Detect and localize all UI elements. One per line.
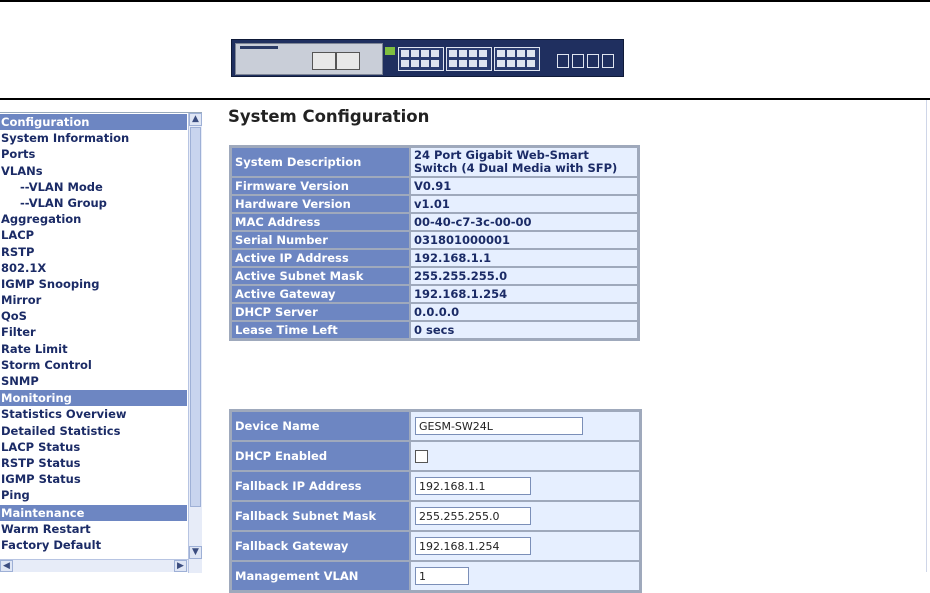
sidebar-section-monitoring: Monitoring xyxy=(0,389,187,407)
table-row: Fallback Subnet Mask 255.255.255.0 xyxy=(232,502,639,530)
system-info-table: System Description 24 Port Gigabit Web-Sm… xyxy=(229,145,640,341)
active-ip-address-label: Active IP Address xyxy=(232,250,409,266)
mac-address-label: MAC Address xyxy=(232,214,409,230)
sidebar-item-igmp-snooping[interactable]: IGMP Snooping xyxy=(0,276,187,292)
active-subnet-mask-label: Active Subnet Mask xyxy=(232,268,409,284)
nav-list: Configuration System Information Ports VLAN… xyxy=(0,113,187,553)
hardware-version-value: v1.01 xyxy=(411,196,637,212)
table-row: DHCP Enabled xyxy=(232,442,639,470)
fallback-gateway-input[interactable]: 192.168.1.254 xyxy=(415,537,531,555)
sidebar-item-aggregation[interactable]: Aggregation xyxy=(0,211,187,227)
system-description-label: System Description xyxy=(232,148,409,176)
sidebar-section-maintenance: Maintenance xyxy=(0,503,187,521)
active-subnet-mask-value: 255.255.255.0 xyxy=(411,268,637,284)
table-row: Active Gateway 192.168.1.254 xyxy=(232,286,637,302)
serial-number-label: Serial Number xyxy=(232,232,409,248)
sidebar-vertical-scrollbar[interactable]: ▲ ▼ xyxy=(188,113,202,573)
sidebar-item-storm-control[interactable]: Storm Control xyxy=(0,357,187,373)
sidebar-item-vlans[interactable]: VLANs xyxy=(0,163,187,179)
firmware-version-label: Firmware Version xyxy=(232,178,409,194)
system-description-value: 24 Port Gigabit Web-Smart Switch (4 Dual… xyxy=(411,148,637,176)
sidebar-item-rate-limit[interactable]: Rate Limit xyxy=(0,341,187,357)
fallback-subnet-mask-label: Fallback Subnet Mask xyxy=(232,502,409,530)
device-name-input[interactable]: GESM-SW24L xyxy=(415,417,583,435)
management-vlan-label: Management VLAN xyxy=(232,562,409,590)
sidebar-item-lacp-status[interactable]: LACP Status xyxy=(0,439,187,455)
sidebar-item-802-1x[interactable]: 802.1X xyxy=(0,260,187,276)
fallback-ip-label: Fallback IP Address xyxy=(232,472,409,500)
mac-address-value: 00-40-c7-3c-00-00 xyxy=(411,214,637,230)
sidebar-item-vlan-group[interactable]: --VLAN Group xyxy=(0,195,187,211)
sidebar-horizontal-scrollbar[interactable]: ◀ ▶ xyxy=(0,559,188,572)
sidebar-item-ports[interactable]: Ports xyxy=(0,146,187,162)
page-title: System Configuration xyxy=(228,107,430,126)
table-row: System Description 24 Port Gigabit Web-Sm… xyxy=(232,148,637,176)
table-row: Firmware Version V0.91 xyxy=(232,178,637,194)
fallback-subnet-mask-input[interactable]: 255.255.255.0 xyxy=(415,507,531,525)
dhcp-server-value: 0.0.0.0 xyxy=(411,304,637,320)
table-row: MAC Address 00-40-c7-3c-00-00 xyxy=(232,214,637,230)
table-row: Lease Time Left 0 secs xyxy=(232,322,637,338)
table-row: Device Name GESM-SW24L xyxy=(232,412,639,440)
device-name-label: Device Name xyxy=(232,412,409,440)
chevron-left-icon[interactable]: ◀ xyxy=(0,560,13,572)
sidebar-item-filter[interactable]: Filter xyxy=(0,324,187,340)
sidebar-item-igmp-status[interactable]: IGMP Status xyxy=(0,471,187,487)
table-row: Hardware Version v1.01 xyxy=(232,196,637,212)
sidebar-item-snmp[interactable]: SNMP xyxy=(0,373,187,389)
table-row: Serial Number 031801000001 xyxy=(232,232,637,248)
header-banner xyxy=(0,0,930,100)
chevron-down-icon[interactable]: ▼ xyxy=(189,546,202,559)
fallback-gateway-label: Fallback Gateway xyxy=(232,532,409,560)
firmware-version-value: V0.91 xyxy=(411,178,637,194)
active-gateway-value: 192.168.1.254 xyxy=(411,286,637,302)
sidebar-item-factory-default[interactable]: Factory Default xyxy=(0,537,187,553)
hardware-version-label: Hardware Version xyxy=(232,196,409,212)
chevron-up-icon[interactable]: ▲ xyxy=(189,113,202,126)
active-ip-address-value: 192.168.1.1 xyxy=(411,250,637,266)
table-row: Fallback IP Address 192.168.1.1 xyxy=(232,472,639,500)
sidebar-item-warm-restart[interactable]: Warm Restart xyxy=(0,521,187,537)
sidebar-item-ping[interactable]: Ping xyxy=(0,487,187,503)
sidebar-item-statistics-overview[interactable]: Statistics Overview xyxy=(0,406,187,422)
table-row: DHCP Server 0.0.0.0 xyxy=(232,304,637,320)
active-gateway-label: Active Gateway xyxy=(232,286,409,302)
serial-number-value: 031801000001 xyxy=(411,232,637,248)
table-row: Active Subnet Mask 255.255.255.0 xyxy=(232,268,637,284)
sidebar-item-lacp[interactable]: LACP xyxy=(0,227,187,243)
dhcp-enabled-checkbox[interactable] xyxy=(415,450,428,463)
lease-time-left-value: 0 secs xyxy=(411,322,637,338)
sidebar-nav: Configuration System Information Ports VLAN… xyxy=(0,112,202,573)
dhcp-enabled-label: DHCP Enabled xyxy=(232,442,409,470)
sidebar-item-mirror[interactable]: Mirror xyxy=(0,292,187,308)
system-settings-form: Device Name GESM-SW24L DHCP Enabled Fall… xyxy=(229,409,642,593)
dhcp-server-label: DHCP Server xyxy=(232,304,409,320)
sidebar-item-rstp-status[interactable]: RSTP Status xyxy=(0,455,187,471)
switch-front-panel-image xyxy=(231,39,624,77)
fallback-ip-input[interactable]: 192.168.1.1 xyxy=(415,477,531,495)
sidebar-section-configuration: Configuration xyxy=(0,113,187,131)
table-row: Management VLAN 1 xyxy=(232,562,639,590)
sidebar-item-qos[interactable]: QoS xyxy=(0,308,187,324)
table-row: Fallback Gateway 192.168.1.254 xyxy=(232,532,639,560)
scrollbar-thumb[interactable] xyxy=(190,127,201,507)
chevron-right-icon[interactable]: ▶ xyxy=(174,560,187,572)
table-row: Active IP Address 192.168.1.1 xyxy=(232,250,637,266)
sidebar-item-detailed-statistics[interactable]: Detailed Statistics xyxy=(0,423,187,439)
lease-time-left-label: Lease Time Left xyxy=(232,322,409,338)
sidebar-item-vlan-mode[interactable]: --VLAN Mode xyxy=(0,179,187,195)
sidebar-item-system-information[interactable]: System Information xyxy=(0,130,187,146)
management-vlan-input[interactable]: 1 xyxy=(415,567,469,585)
sidebar-item-rstp[interactable]: RSTP xyxy=(0,244,187,260)
main-scrollbar[interactable] xyxy=(926,100,930,572)
